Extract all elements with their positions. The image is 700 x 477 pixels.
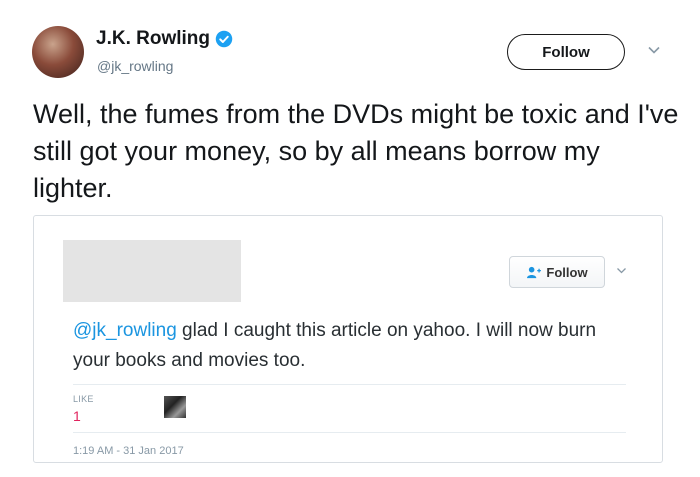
embedded-tweet-text: @jk_rowling glad I caught this article o… — [73, 316, 633, 376]
embedded-follow-label: Follow — [546, 264, 588, 280]
like-label: LIKE — [73, 394, 94, 404]
divider — [73, 432, 626, 433]
embedded-follow-button[interactable]: Follow — [509, 256, 605, 288]
like-count[interactable]: 1 — [73, 408, 81, 424]
author-name-row: J.K. Rowling — [96, 28, 233, 50]
embedded-chevron-down-icon[interactable] — [616, 265, 627, 276]
author-avatar[interactable] — [32, 26, 84, 78]
mention-link[interactable]: @jk_rowling — [73, 320, 177, 341]
divider — [73, 384, 626, 385]
tweet-card: J.K. Rowling @jk_rowling Follow Well, th… — [0, 0, 700, 477]
chevron-down-icon[interactable] — [647, 43, 661, 57]
add-user-icon — [527, 266, 542, 278]
follow-button[interactable]: Follow — [507, 34, 625, 70]
author-handle[interactable]: @jk_rowling — [97, 58, 173, 74]
redacted-author-block — [63, 240, 241, 302]
embedded-tweet[interactable]: Follow @jk_rowling glad I caught this ar… — [33, 215, 663, 463]
liker-avatar[interactable] — [164, 396, 186, 418]
embedded-timestamp[interactable]: 1:19 AM - 31 Jan 2017 — [73, 445, 184, 457]
verified-badge-icon — [215, 30, 233, 48]
tweet-text: Well, the fumes from the DVDs might be t… — [33, 99, 679, 203]
author-display-name[interactable]: J.K. Rowling — [96, 28, 210, 50]
